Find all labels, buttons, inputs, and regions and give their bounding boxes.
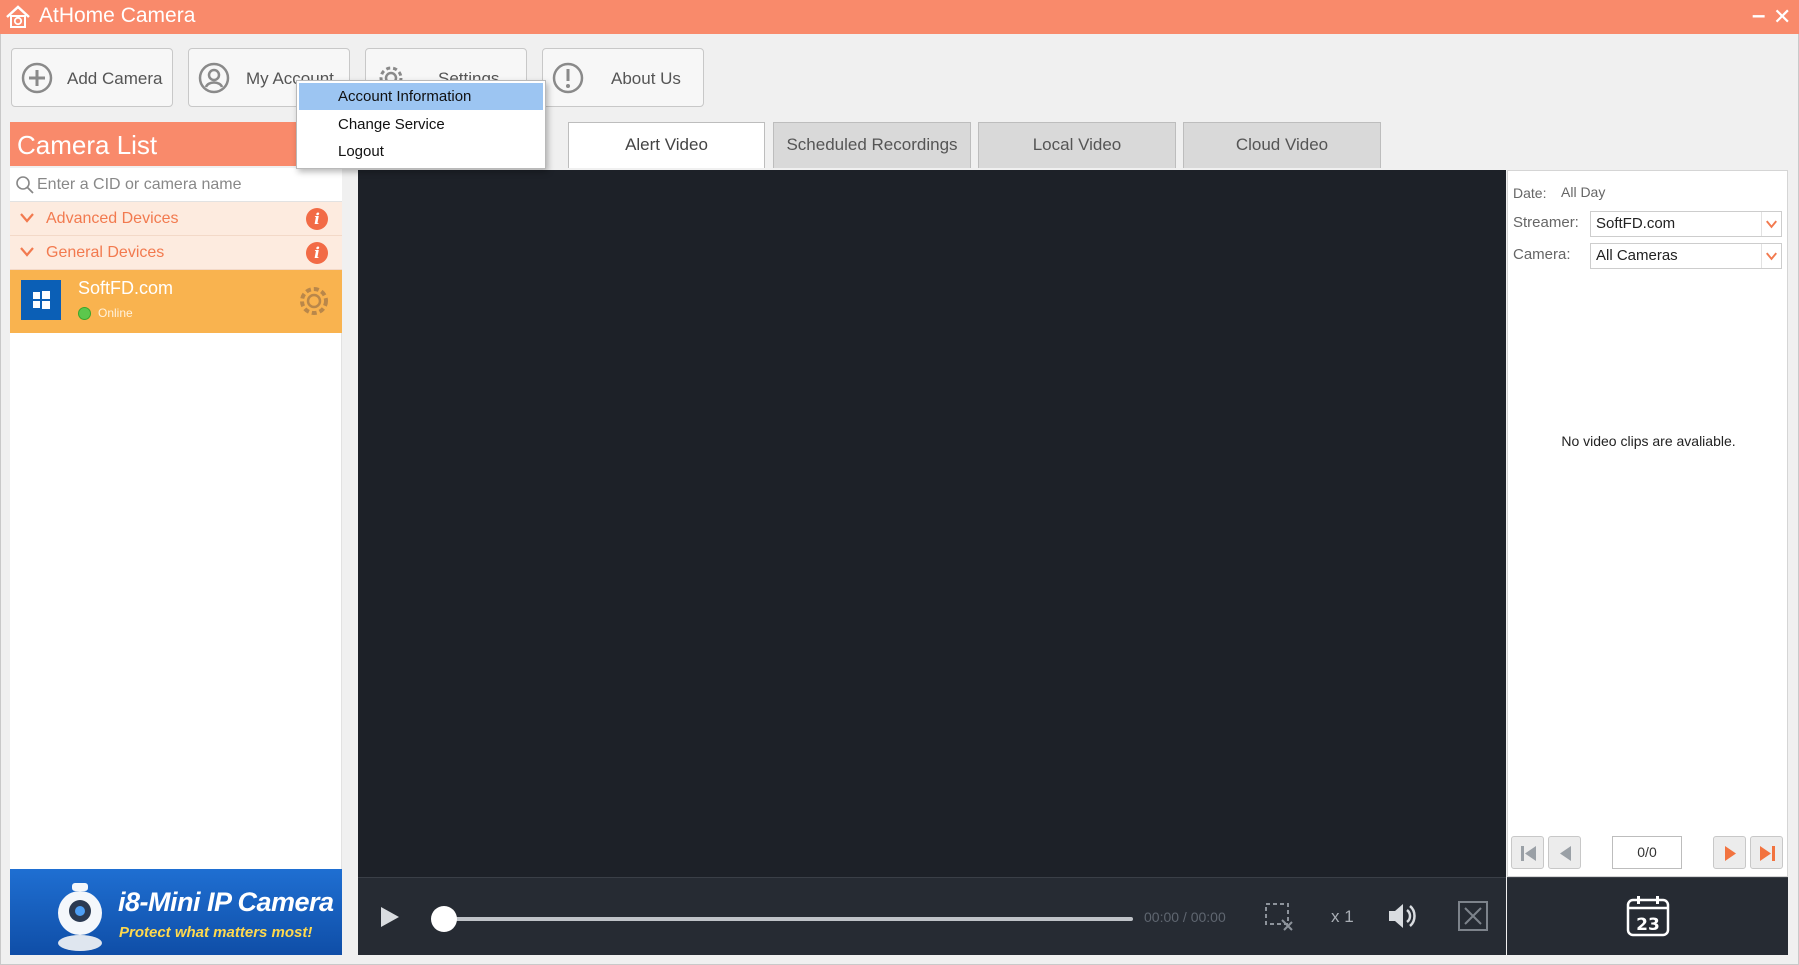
seek-handle[interactable] <box>431 906 457 932</box>
house-camera-icon <box>6 5 30 28</box>
camera-search-input[interactable] <box>37 172 332 198</box>
calendar-bar: 23 <box>1507 877 1788 955</box>
video-viewport[interactable] <box>358 170 1506 877</box>
empty-clips-message: No video clips are avaliable. <box>1561 433 1736 449</box>
streamer-value: SoftFD.com <box>1596 215 1676 232</box>
account-menu: Account Information Change Service Logou… <box>296 80 546 169</box>
date-value[interactable]: All Day <box>1561 184 1605 200</box>
menu-item-logout[interactable]: Logout <box>299 138 543 165</box>
camera-label: Camera: <box>1513 246 1571 263</box>
group-label: General Devices <box>46 244 165 261</box>
group-general-devices[interactable]: General Devices i <box>10 236 342 270</box>
chevron-down-icon <box>1761 212 1777 236</box>
page-indicator: 0/0 <box>1612 836 1682 869</box>
ad-banner[interactable]: i8-Mini IP Camera Protect what matters m… <box>10 869 342 955</box>
camera-list-title: Camera List <box>10 122 342 166</box>
player-controls: 00:00 / 00:00 x 1 <box>358 877 1506 955</box>
snapshot-crop-icon[interactable] <box>1260 898 1296 934</box>
calendar-icon: 23 <box>1626 896 1670 937</box>
exclamation-circle-icon <box>552 62 584 94</box>
volume-icon[interactable] <box>1384 898 1420 934</box>
online-status-dot <box>78 307 91 320</box>
minimize-button[interactable]: – <box>1752 2 1765 30</box>
streamer-label: Streamer: <box>1513 214 1579 231</box>
date-label: Date: <box>1513 185 1547 201</box>
streamer-select[interactable]: SoftFD.com <box>1590 211 1782 237</box>
right-scrollbar[interactable] <box>1788 170 1798 955</box>
chevron-right-icon <box>1725 846 1736 861</box>
first-page-button[interactable] <box>1511 836 1544 869</box>
camera-name: SoftFD.com <box>78 278 174 298</box>
tab-local-video[interactable]: Local Video <box>978 122 1176 168</box>
windows-logo-icon <box>21 280 61 320</box>
playback-time: 00:00 / 00:00 <box>1144 909 1226 925</box>
close-button[interactable]: ✕ <box>1773 4 1791 30</box>
tab-alert-video[interactable]: Alert Video <box>568 122 765 168</box>
camera-settings-gear-icon[interactable] <box>296 283 332 319</box>
calendar-day: 23 <box>1636 915 1660 935</box>
ad-tagline: Protect what matters most! <box>119 924 313 941</box>
camera-robot-icon <box>58 883 102 951</box>
camera-search <box>10 168 342 202</box>
filter-panel: Date: All Day Streamer: SoftFD.com Camer… <box>1507 170 1788 877</box>
tab-scheduled-recordings[interactable]: Scheduled Recordings <box>773 122 971 168</box>
skip-first-icon <box>1521 846 1536 861</box>
about-us-button[interactable]: About Us <box>542 48 704 107</box>
tab-cloud-video[interactable]: Cloud Video <box>1183 122 1381 168</box>
seek-track[interactable] <box>445 917 1133 921</box>
plus-circle-icon <box>21 62 53 94</box>
app-title: AtHome Camera <box>39 4 196 27</box>
group-advanced-devices[interactable]: Advanced Devices i <box>10 202 342 236</box>
camera-select[interactable]: All Cameras <box>1590 243 1782 269</box>
last-page-button[interactable] <box>1750 836 1783 869</box>
menu-item-change-service[interactable]: Change Service <box>299 111 543 138</box>
info-icon[interactable]: i <box>306 208 328 230</box>
chevron-down-icon <box>20 247 34 257</box>
previous-page-button[interactable] <box>1548 836 1581 869</box>
group-label: Advanced Devices <box>46 210 179 227</box>
user-headset-icon <box>198 62 230 94</box>
playback-speed[interactable]: x 1 <box>1331 907 1354 927</box>
search-icon <box>16 176 34 194</box>
chevron-down-icon <box>1761 244 1777 268</box>
menu-item-account-information[interactable]: Account Information <box>299 83 543 110</box>
info-icon[interactable]: i <box>306 242 328 264</box>
camera-status: Online <box>98 306 133 320</box>
play-icon[interactable] <box>376 904 402 930</box>
next-page-button[interactable] <box>1713 836 1746 869</box>
fullscreen-icon[interactable] <box>1455 898 1491 934</box>
add-camera-label: Add Camera <box>67 69 163 88</box>
about-us-label: About Us <box>611 69 681 88</box>
camera-value: All Cameras <box>1596 247 1678 264</box>
chevron-left-icon <box>1560 846 1571 861</box>
camera-list-area <box>10 333 342 869</box>
title-bar: AtHome Camera – ✕ <box>0 0 1799 34</box>
chevron-down-icon <box>20 213 34 223</box>
calendar-button[interactable]: 23 <box>1625 894 1671 938</box>
add-camera-button[interactable]: Add Camera <box>11 48 173 107</box>
skip-last-icon <box>1760 846 1775 861</box>
ad-headline: i8-Mini IP Camera <box>118 887 334 917</box>
camera-item[interactable]: SoftFD.com Online <box>10 270 342 333</box>
